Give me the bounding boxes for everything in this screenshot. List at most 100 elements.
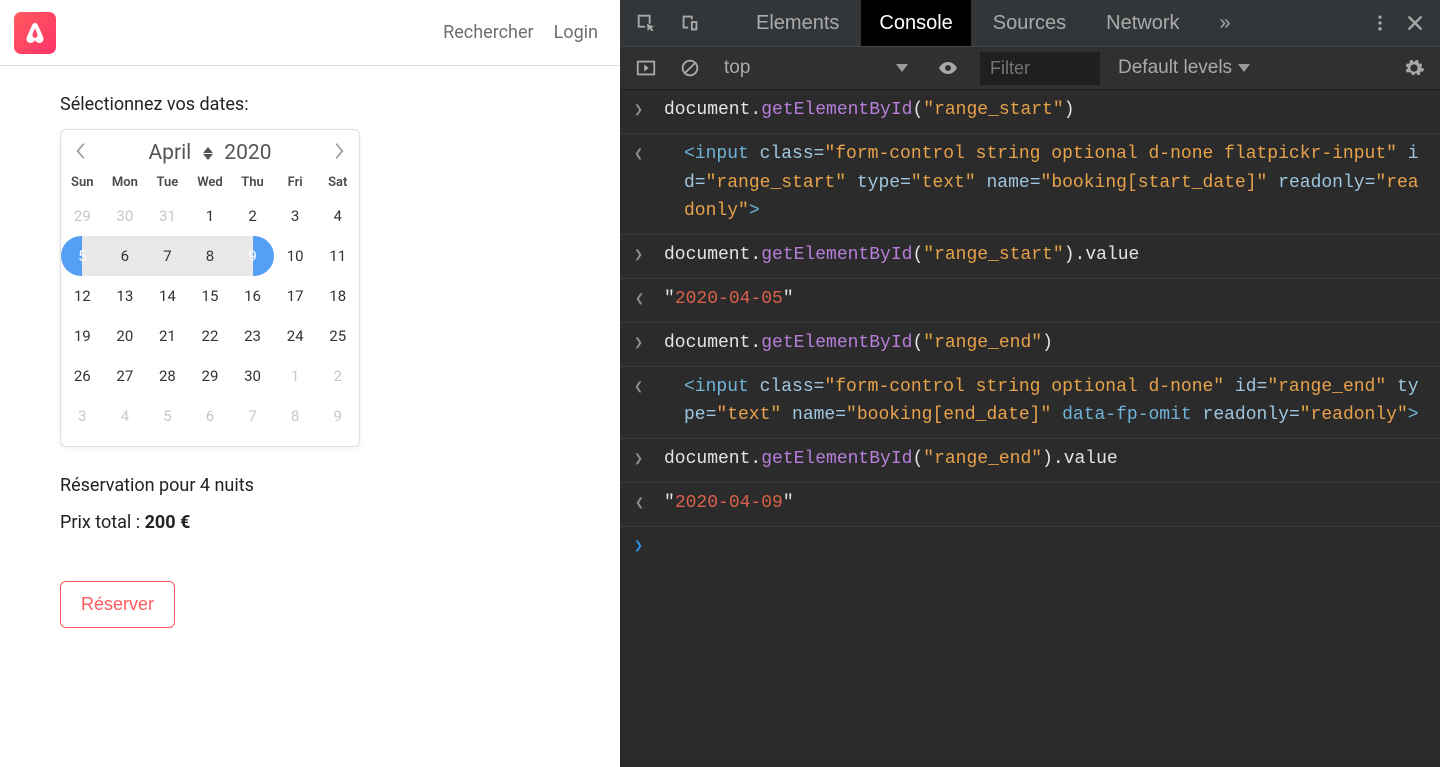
calendar-day[interactable]: 18	[316, 276, 359, 316]
reserve-button[interactable]: Réserver	[60, 581, 175, 628]
search-link[interactable]: Rechercher	[443, 22, 533, 43]
tab-network[interactable]: Network	[1088, 0, 1197, 46]
calendar-day[interactable]: 5	[146, 396, 189, 436]
calendar-day[interactable]: 9	[231, 236, 274, 276]
prompt-icon	[634, 445, 664, 474]
calendar-day[interactable]: 4	[104, 396, 147, 436]
calendar-month[interactable]: April	[148, 141, 191, 165]
console-command: document.getElementById("range_start")	[664, 96, 1428, 125]
console-input-row[interactable]: document.getElementById("range_end")	[620, 323, 1440, 367]
console-output-row[interactable]: <input class="form-control string option…	[620, 367, 1440, 440]
dow-tue: Tue	[146, 171, 189, 196]
console-input-row[interactable]: document.getElementById("range_start").v…	[620, 235, 1440, 279]
calendar-day[interactable]: 5	[61, 236, 104, 276]
tab-sources[interactable]: Sources	[975, 0, 1084, 46]
calendar-day[interactable]: 22	[189, 316, 232, 356]
console-output: <input class="form-control string option…	[664, 373, 1428, 431]
close-icon[interactable]	[1404, 12, 1426, 34]
live-expressions-button[interactable]	[930, 50, 966, 86]
tab-elements[interactable]: Elements	[738, 0, 857, 46]
calendar-day[interactable]: 25	[316, 316, 359, 356]
calendar-day[interactable]: 1	[274, 356, 317, 396]
clear-console-button[interactable]	[672, 50, 708, 86]
console-prompt-input[interactable]	[664, 533, 1426, 555]
calendar-day[interactable]: 24	[274, 316, 317, 356]
dow-thu: Thu	[231, 171, 274, 196]
console-output-row[interactable]: "2020-04-05"	[620, 279, 1440, 323]
console-prompt[interactable]	[620, 527, 1440, 561]
log-levels-select[interactable]: Default levels	[1118, 57, 1250, 79]
dow-sun: Sun	[61, 171, 104, 196]
airbnb-logo[interactable]	[14, 12, 56, 54]
console-input-row[interactable]: document.getElementById("range_end").val…	[620, 439, 1440, 483]
device-toggle-button[interactable]	[670, 3, 710, 43]
calendar-day[interactable]: 10	[274, 236, 317, 276]
calendar-dow: Sun Mon Tue Wed Thu Fri Sat	[61, 171, 359, 196]
console-input-row[interactable]: document.getElementById("range_start")	[620, 90, 1440, 134]
calendar-day[interactable]: 21	[146, 316, 189, 356]
calendar-day[interactable]: 30	[231, 356, 274, 396]
output-icon	[634, 373, 664, 431]
calendar-day[interactable]: 29	[61, 196, 104, 236]
calendar-day[interactable]: 30	[104, 196, 147, 236]
year-stepper-icon[interactable]	[201, 143, 214, 163]
calendar-day[interactable]: 8	[189, 236, 232, 276]
calendar-header: April 2020	[61, 135, 359, 171]
calendar-day[interactable]: 9	[316, 396, 359, 436]
kebab-icon[interactable]	[1370, 13, 1390, 33]
calendar-day[interactable]: 7	[146, 236, 189, 276]
calendar-day[interactable]: 20	[104, 316, 147, 356]
chevron-down-icon	[1238, 64, 1250, 72]
airbnb-logo-icon	[23, 21, 47, 45]
calendar-day[interactable]: 3	[274, 196, 317, 236]
calendar-day[interactable]: 14	[146, 276, 189, 316]
calendar-day[interactable]: 27	[104, 356, 147, 396]
console-output-row[interactable]: "2020-04-09"	[620, 483, 1440, 527]
calendar-day[interactable]: 13	[104, 276, 147, 316]
dow-wed: Wed	[189, 171, 232, 196]
filter-input[interactable]	[980, 52, 1100, 85]
device-icon	[679, 12, 701, 34]
calendar-day[interactable]: 1	[189, 196, 232, 236]
context-select[interactable]: top	[716, 57, 916, 79]
calendar-day[interactable]: 2	[231, 196, 274, 236]
calendar-day[interactable]: 26	[61, 356, 104, 396]
console-command: document.getElementById("range_end").val…	[664, 445, 1428, 474]
calendar-day[interactable]: 12	[61, 276, 104, 316]
calendar-year[interactable]: 2020	[224, 141, 271, 165]
prev-month-button[interactable]	[75, 142, 87, 164]
console-output: "2020-04-09"	[664, 489, 1428, 518]
tab-more[interactable]: »	[1202, 0, 1249, 46]
select-dates-label: Sélectionnez vos dates:	[60, 94, 560, 115]
calendar-day[interactable]: 3	[61, 396, 104, 436]
calendar-day[interactable]: 11	[316, 236, 359, 276]
console-output-row[interactable]: <input class="form-control string option…	[620, 134, 1440, 235]
calendar-day[interactable]: 16	[231, 276, 274, 316]
calendar-day[interactable]: 31	[146, 196, 189, 236]
calendar-day[interactable]: 23	[231, 316, 274, 356]
console-toolbar: top Default levels	[620, 46, 1440, 90]
tab-console[interactable]: Console	[861, 0, 970, 46]
login-link[interactable]: Login	[554, 22, 598, 43]
calendar-day[interactable]: 29	[189, 356, 232, 396]
chevron-right-icon	[333, 142, 345, 160]
price-prefix: Prix total :	[60, 512, 145, 533]
calendar-day[interactable]: 15	[189, 276, 232, 316]
calendar-day[interactable]: 17	[274, 276, 317, 316]
console-settings-button[interactable]	[1396, 50, 1432, 86]
calendar-day[interactable]: 6	[189, 396, 232, 436]
calendar-day[interactable]: 4	[316, 196, 359, 236]
next-month-button[interactable]	[333, 142, 345, 164]
toggle-drawer-button[interactable]	[628, 50, 664, 86]
calendar-day[interactable]: 8	[274, 396, 317, 436]
calendar-day[interactable]: 7	[231, 396, 274, 436]
context-select-value: top	[724, 57, 750, 79]
calendar: April 2020 Sun Mon Tue Wed Thu Fri Sat 2…	[60, 129, 360, 447]
calendar-day[interactable]: 19	[61, 316, 104, 356]
inspect-element-button[interactable]	[626, 3, 666, 43]
calendar-day[interactable]: 28	[146, 356, 189, 396]
console-output: "2020-04-05"	[664, 285, 1428, 314]
console-body[interactable]: document.getElementById("range_start") <…	[620, 90, 1440, 767]
calendar-day[interactable]: 2	[316, 356, 359, 396]
calendar-day[interactable]: 6	[104, 236, 147, 276]
